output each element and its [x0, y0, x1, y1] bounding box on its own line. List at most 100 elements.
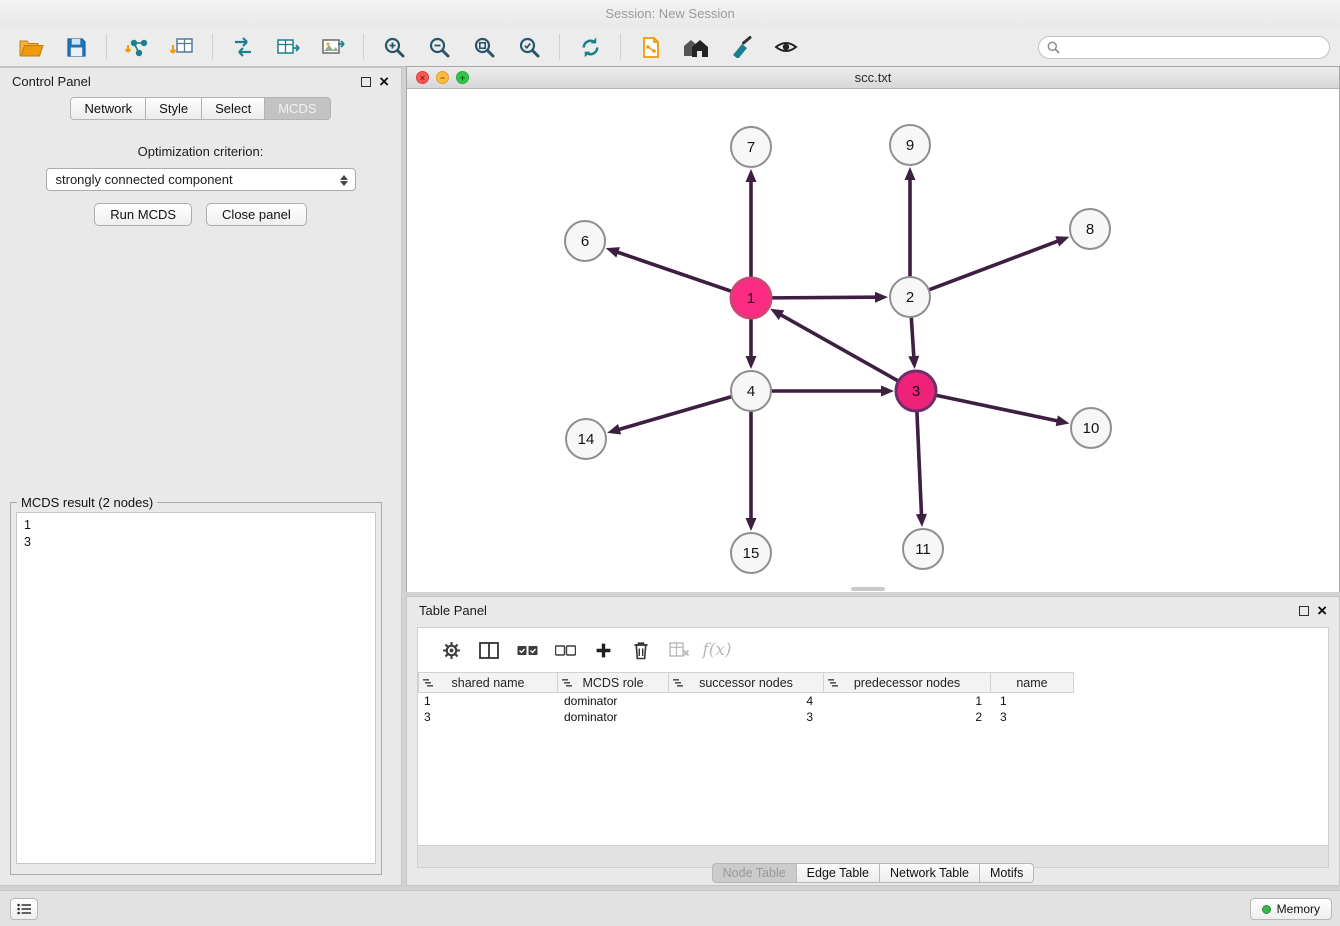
graph-node[interactable]: 1: [731, 278, 771, 318]
tab-mcds[interactable]: MCDS: [264, 97, 330, 120]
share-network-icon[interactable]: [222, 31, 264, 63]
graph-edge[interactable]: [772, 292, 888, 303]
graph-node[interactable]: 8: [1070, 209, 1110, 249]
table-cell[interactable]: dominator: [558, 709, 670, 725]
run-mcds-button[interactable]: Run MCDS: [94, 203, 192, 226]
table-row[interactable]: 3dominator323: [418, 709, 1328, 725]
table-settings-gear-icon[interactable]: [432, 634, 470, 666]
control-panel-title: Control Panel: [12, 74, 91, 89]
search-field[interactable]: [1038, 36, 1330, 59]
function-builder-icon[interactable]: f(x): [698, 634, 736, 666]
graph-node[interactable]: 15: [731, 533, 771, 573]
window-zoom-icon[interactable]: +: [456, 71, 469, 84]
column-header-predecessor-nodes[interactable]: predecessor nodes: [823, 672, 991, 693]
zoom-out-icon[interactable]: [418, 31, 460, 63]
table-cell[interactable]: dominator: [558, 693, 670, 709]
graph-node[interactable]: 7: [731, 127, 771, 167]
graph-node[interactable]: 10: [1071, 408, 1111, 448]
session-titlebar: Session: New Session: [0, 0, 1340, 28]
home-icon[interactable]: [675, 31, 717, 63]
zoom-fit-icon[interactable]: [463, 31, 505, 63]
graph-edge[interactable]: [606, 247, 731, 291]
graph-edge[interactable]: [937, 395, 1070, 426]
table-cell[interactable]: 1: [994, 693, 1078, 709]
graph-node[interactable]: 11: [903, 529, 943, 569]
refresh-icon[interactable]: [569, 31, 611, 63]
graph-node[interactable]: 4: [731, 371, 771, 411]
graph-edge[interactable]: [905, 167, 916, 276]
node-label: 10: [1083, 420, 1100, 437]
network-window-titlebar[interactable]: × − + scc.txt: [407, 67, 1339, 89]
open-folder-icon[interactable]: [10, 31, 52, 63]
import-table-file-icon[interactable]: [161, 31, 203, 63]
network-canvas[interactable]: 7 9 6 8 1 2 4 3 14 10 15 11: [407, 89, 1339, 592]
table-cell[interactable]: 2: [826, 709, 994, 725]
tab-network[interactable]: Network: [70, 97, 146, 120]
table-cell[interactable]: 1: [826, 693, 994, 709]
canvas-scrollbar-handle[interactable]: [851, 587, 885, 591]
add-column-icon[interactable]: [584, 634, 622, 666]
graph-node[interactable]: 2: [890, 277, 930, 317]
float-panel-icon[interactable]: [361, 77, 371, 87]
search-input[interactable]: [1065, 40, 1321, 55]
zoom-selected-icon[interactable]: [508, 31, 550, 63]
toolbar-separator: [559, 34, 560, 60]
graph-edge[interactable]: [930, 236, 1070, 289]
table-cell[interactable]: 4: [670, 693, 826, 709]
column-header-name[interactable]: name: [990, 672, 1074, 693]
zoom-in-icon[interactable]: [373, 31, 415, 63]
window-minimize-icon[interactable]: −: [436, 71, 449, 84]
deselect-all-rows-icon[interactable]: [546, 634, 584, 666]
tab-motifs[interactable]: Motifs: [979, 863, 1034, 883]
graph-node[interactable]: 14: [566, 419, 606, 459]
graph-edge[interactable]: [746, 412, 757, 531]
show-columns-icon[interactable]: [470, 634, 508, 666]
table-cell[interactable]: 3: [670, 709, 826, 725]
graph-node[interactable]: 9: [890, 125, 930, 165]
table-cell[interactable]: 1: [418, 693, 558, 709]
window-close-icon[interactable]: ×: [416, 71, 429, 84]
column-header-successor-nodes[interactable]: successor nodes: [668, 672, 824, 693]
style-brush-icon[interactable]: [720, 31, 762, 63]
graph-node[interactable]: 6: [565, 221, 605, 261]
table-row[interactable]: 1dominator411: [418, 693, 1328, 709]
tab-select[interactable]: Select: [201, 97, 265, 120]
tab-network-table[interactable]: Network Table: [879, 863, 980, 883]
export-image-icon[interactable]: [312, 31, 354, 63]
save-icon[interactable]: [55, 31, 97, 63]
close-panel-icon[interactable]: ×: [379, 77, 389, 87]
close-table-panel-icon[interactable]: ×: [1317, 606, 1327, 616]
graph-edge[interactable]: [908, 318, 919, 369]
tab-edge-table[interactable]: Edge Table: [796, 863, 880, 883]
graph-edge[interactable]: [746, 319, 757, 369]
toolbar-separator: [363, 34, 364, 60]
close-panel-button[interactable]: Close panel: [206, 203, 307, 226]
column-header-shared-name[interactable]: shared name: [418, 672, 558, 693]
optimization-criterion-select[interactable]: strongly connected component: [46, 168, 356, 191]
graph-edge[interactable]: [607, 397, 731, 435]
delete-table-icon[interactable]: [660, 634, 698, 666]
network-graph[interactable]: 7 9 6 8 1 2 4 3 14 10 15 11: [407, 89, 1339, 592]
graph-node[interactable]: 3: [896, 371, 936, 411]
eye-icon[interactable]: [765, 31, 807, 63]
column-header-mcds-role[interactable]: MCDS role: [557, 672, 669, 693]
tab-style[interactable]: Style: [145, 97, 202, 120]
graph-edge[interactable]: [770, 309, 898, 381]
edge-arrowhead: [905, 167, 916, 180]
node-label: 15: [743, 545, 760, 562]
table-cell[interactable]: 3: [994, 709, 1078, 725]
table-cell[interactable]: 3: [418, 709, 558, 725]
clone-document-icon[interactable]: [630, 31, 672, 63]
float-table-panel-icon[interactable]: [1299, 606, 1309, 616]
graph-edge[interactable]: [746, 169, 757, 277]
select-all-rows-icon[interactable]: [508, 634, 546, 666]
mcds-result-list[interactable]: 1 3: [16, 512, 376, 864]
import-network-file-icon[interactable]: [116, 31, 158, 63]
tab-node-table[interactable]: Node Table: [712, 863, 797, 883]
memory-button[interactable]: Memory: [1250, 898, 1332, 920]
export-table-icon[interactable]: [267, 31, 309, 63]
delete-column-icon[interactable]: [622, 634, 660, 666]
graph-edge[interactable]: [916, 412, 927, 527]
task-history-button[interactable]: [10, 898, 38, 920]
graph-edge[interactable]: [772, 386, 894, 397]
